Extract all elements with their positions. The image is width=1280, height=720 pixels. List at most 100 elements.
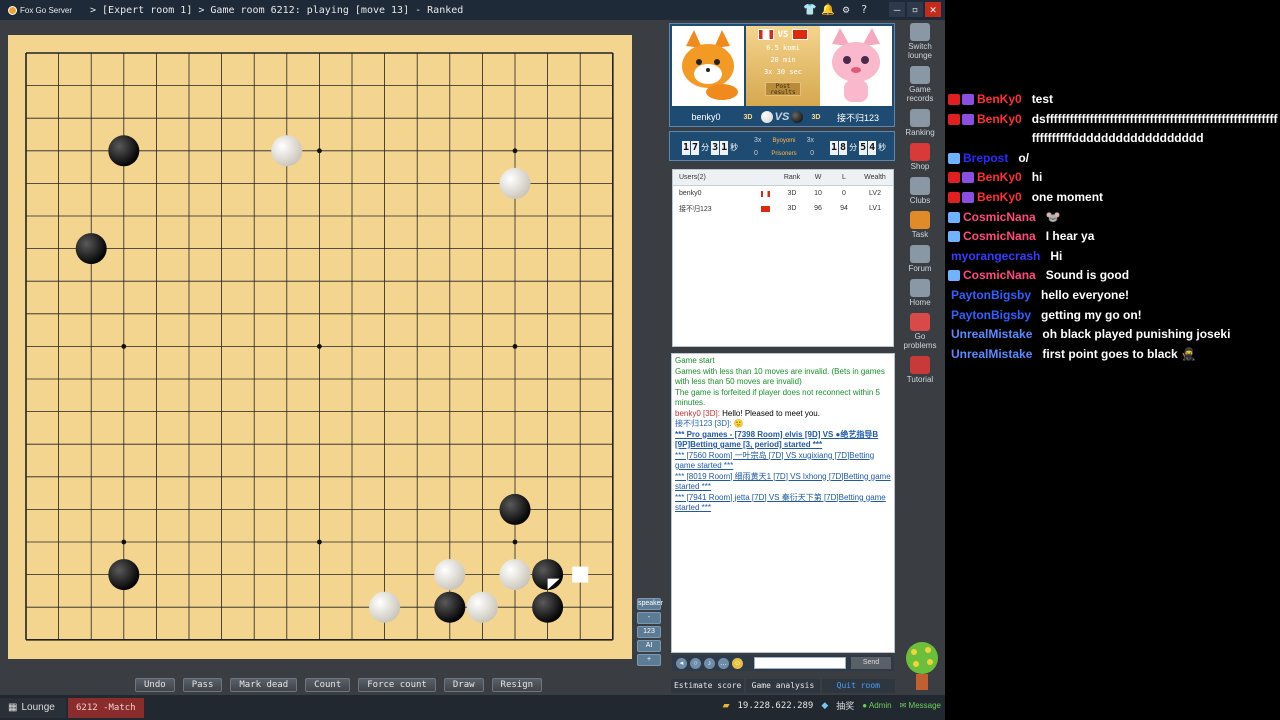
mark-dead-button[interactable]: Mark dead	[230, 678, 298, 692]
draw-button[interactable]: Draw	[443, 678, 484, 692]
game-link[interactable]: *** [7941 Room] jetta [7D] VS 秦衍天下第 [7D]…	[675, 493, 891, 514]
minimize-button[interactable]: –	[889, 2, 905, 17]
estimate-score-button[interactable]: Estimate score	[671, 679, 745, 693]
undo-button[interactable]: Undo	[135, 678, 175, 692]
shirt-icon[interactable]: 👕	[803, 3, 817, 17]
table-row[interactable]: benky0 3D 10 0 LV2	[673, 186, 893, 201]
chat-text: Hi	[1050, 248, 1063, 263]
board-tool-2[interactable]: 123	[637, 626, 661, 638]
sidebar: Switch lounge Game records Ranking Shop Club…	[898, 23, 942, 691]
player-avatar-left[interactable]	[672, 26, 744, 106]
board-tool-0[interactable]: speaker	[637, 598, 663, 610]
coin-icon[interactable]: ▰	[723, 700, 730, 711]
emoji-icon[interactable]: ☺	[732, 657, 743, 669]
board-tool-1[interactable]: -	[637, 612, 661, 624]
player-avatar-right[interactable]	[820, 26, 892, 106]
bell-icon[interactable]: 🔔	[821, 3, 835, 17]
sidebar-item-game-records[interactable]: Game records	[898, 66, 942, 103]
speaker-icon[interactable]: ◂	[676, 657, 687, 669]
go-board[interactable]	[8, 35, 632, 659]
pass-button[interactable]: Pass	[182, 678, 223, 692]
table-row[interactable]: 接不归123 3D 96 94 LV1	[673, 201, 893, 216]
right-player-name[interactable]: 接不归123	[822, 111, 894, 124]
sidebar-item-ranking[interactable]: Ranking	[898, 109, 942, 137]
crown-badge-icon	[948, 270, 960, 282]
tree-icon[interactable]	[902, 640, 942, 692]
chat-username[interactable]: PaytonBigsby	[951, 286, 1031, 306]
match-tab[interactable]: 6212 -Match	[68, 697, 144, 718]
server-ip: 19.228.622.289	[737, 700, 814, 711]
globe-icon[interactable]: ○	[690, 657, 701, 669]
chat-username[interactable]: UnrealMistake	[951, 325, 1032, 345]
chat-text: hello everyone!	[1041, 287, 1130, 302]
restore-button[interactable]: ▫	[907, 2, 923, 17]
sidebar-item-forum[interactable]: Forum	[898, 245, 942, 273]
board-tool-4[interactable]: +	[637, 654, 661, 666]
chat-username[interactable]: BenKy0	[977, 168, 1022, 188]
gear-icon[interactable]: ⚙	[839, 3, 853, 17]
analysis-bar: Estimate score Game analysis Quit room	[671, 679, 895, 693]
chat-username[interactable]: UnrealMistake	[951, 345, 1032, 365]
star-point	[512, 539, 518, 545]
quit-room-button[interactable]: Quit room	[821, 679, 895, 693]
records-icon	[910, 66, 930, 84]
sidebar-item-go-problems[interactable]: Go problems	[898, 313, 942, 350]
chat-username[interactable]: CosmicNana	[963, 208, 1036, 228]
close-button[interactable]: ✕	[925, 2, 941, 17]
pro-games-link[interactable]: *** Pro games - [7398 Room] elvis [9D] V…	[675, 430, 891, 451]
black-stone	[499, 493, 531, 525]
stream-chat-message: BenKy0 test	[945, 90, 1280, 110]
board-tool-3[interactable]: AI	[637, 640, 661, 652]
white-stone	[499, 167, 531, 199]
lounge-tab[interactable]: ▦ Lounge	[0, 697, 66, 718]
stream-chat-message: BenKy0 one moment	[945, 188, 1280, 208]
switch-icon	[910, 23, 930, 41]
chat-username[interactable]: CosmicNana	[963, 227, 1036, 247]
mic-icon[interactable]: ♪	[704, 657, 715, 669]
send-button[interactable]: Send	[851, 657, 891, 669]
sidebar-item-switch-lounge[interactable]: Switch lounge	[898, 23, 942, 60]
right-player-rank: 3D	[811, 113, 821, 121]
game-chat-log[interactable]: Game start Games with less than 10 moves…	[671, 353, 895, 653]
game-link[interactable]: *** [7560 Room] 一叶宗岛 [7D] VS xugixiang […	[675, 451, 891, 472]
black-stone	[532, 591, 564, 623]
time-label: 20 min	[770, 56, 796, 64]
lottery-button[interactable]: 抽奖	[836, 699, 854, 712]
chat-username[interactable]: PaytonBigsby	[951, 306, 1031, 326]
game-analysis-button[interactable]: Game analysis	[746, 679, 820, 693]
users-table: Users(2) Rank W L Wealth benky0 3D 10 0 …	[672, 169, 894, 347]
chat-username[interactable]: BenKy0	[977, 90, 1022, 110]
crown-badge-icon	[948, 211, 960, 223]
sidebar-item-home[interactable]: Home	[898, 279, 942, 307]
game-link[interactable]: *** [8019 Room] 细雨黄天1 [7D] VS lxhong [7D…	[675, 472, 891, 493]
diamond-icon[interactable]: ◆	[821, 700, 828, 711]
message-button[interactable]: ✉ Message	[900, 701, 941, 710]
chat-bubble-icon[interactable]: …	[718, 657, 729, 669]
chat-username[interactable]: BenKy0	[977, 188, 1022, 208]
red-badge-icon	[948, 191, 960, 203]
left-player-name[interactable]: benky0	[670, 112, 742, 122]
chat-input[interactable]	[754, 657, 846, 669]
admin-button[interactable]: ● Admin	[862, 701, 891, 710]
count-button[interactable]: Count	[305, 678, 351, 692]
chat-username[interactable]: CosmicNana	[963, 266, 1036, 286]
chat-username[interactable]: Brepost	[963, 149, 1008, 169]
sidebar-item-clubs[interactable]: Clubs	[898, 177, 942, 205]
help-icon[interactable]: ?	[857, 3, 871, 17]
komi-label: 6.5 komi	[766, 44, 800, 52]
red-badge-icon	[948, 94, 960, 105]
post-results-button[interactable]: Post results	[765, 82, 801, 96]
chat-username[interactable]: BenKy0	[977, 110, 1022, 130]
sidebar-item-shop[interactable]: Shop	[898, 143, 942, 171]
chat-message: benky0 [3D]: Hello! Pleased to meet you.	[675, 408, 820, 418]
force-count-button[interactable]: Force count	[358, 678, 436, 692]
sidebar-item-task[interactable]: Task	[898, 211, 942, 239]
grid-icon: ▦	[8, 702, 18, 713]
purple-badge-icon	[962, 94, 974, 105]
sidebar-item-label: Forum	[908, 264, 932, 273]
app-logo: Fox Go Server	[0, 5, 90, 15]
sidebar-item-tutorial[interactable]: Tutorial	[898, 356, 942, 384]
app-name: Fox Go Server	[20, 5, 73, 15]
resign-button[interactable]: Resign	[491, 678, 543, 692]
chat-username[interactable]: myorangecrash	[951, 247, 1040, 267]
